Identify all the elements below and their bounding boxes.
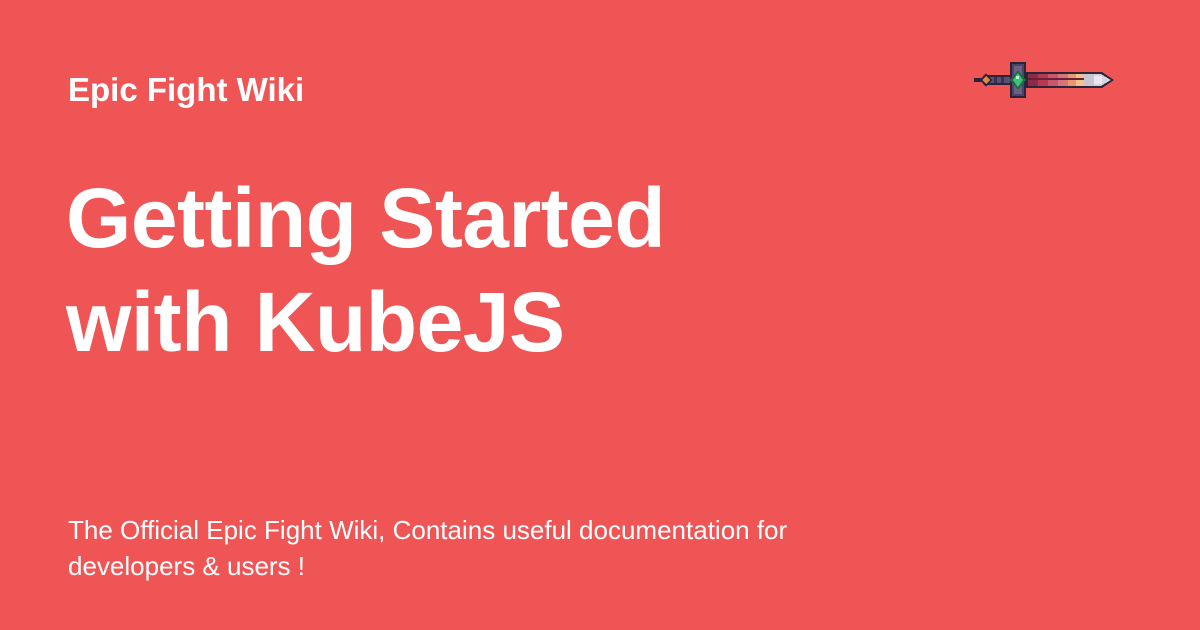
title-line-2: with KubeJS — [66, 275, 565, 369]
sword-icon — [970, 58, 1116, 102]
title-line-1: Getting Started — [66, 171, 666, 265]
page-title: Getting Started with KubeJS — [66, 166, 966, 374]
site-name: Epic Fight Wiki — [68, 71, 305, 108]
social-card: Epic Fight Wiki Getting Started with Kub… — [0, 0, 1200, 630]
page-description: The Official Epic Fight Wiki, Contains u… — [68, 515, 788, 581]
